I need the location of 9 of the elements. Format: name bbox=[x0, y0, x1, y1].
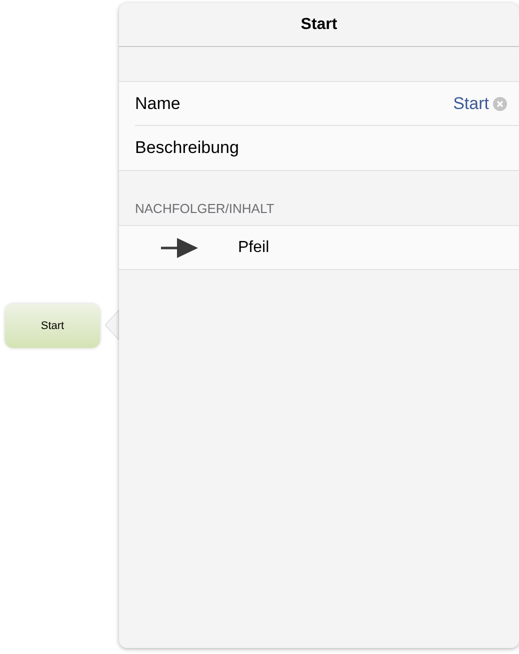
list-item[interactable]: Pfeil bbox=[119, 226, 519, 270]
section-header: NACHFOLGER/INHALT bbox=[135, 200, 274, 218]
field-label: Beschreibung bbox=[135, 137, 239, 160]
clear-icon[interactable] bbox=[493, 96, 507, 110]
diagram-node[interactable]: Start bbox=[5, 304, 100, 348]
field-label: Name bbox=[135, 92, 180, 115]
arrow-icon bbox=[161, 238, 198, 258]
text-field[interactable]: Start bbox=[453, 90, 507, 116]
popover-title: Start bbox=[300, 14, 338, 34]
